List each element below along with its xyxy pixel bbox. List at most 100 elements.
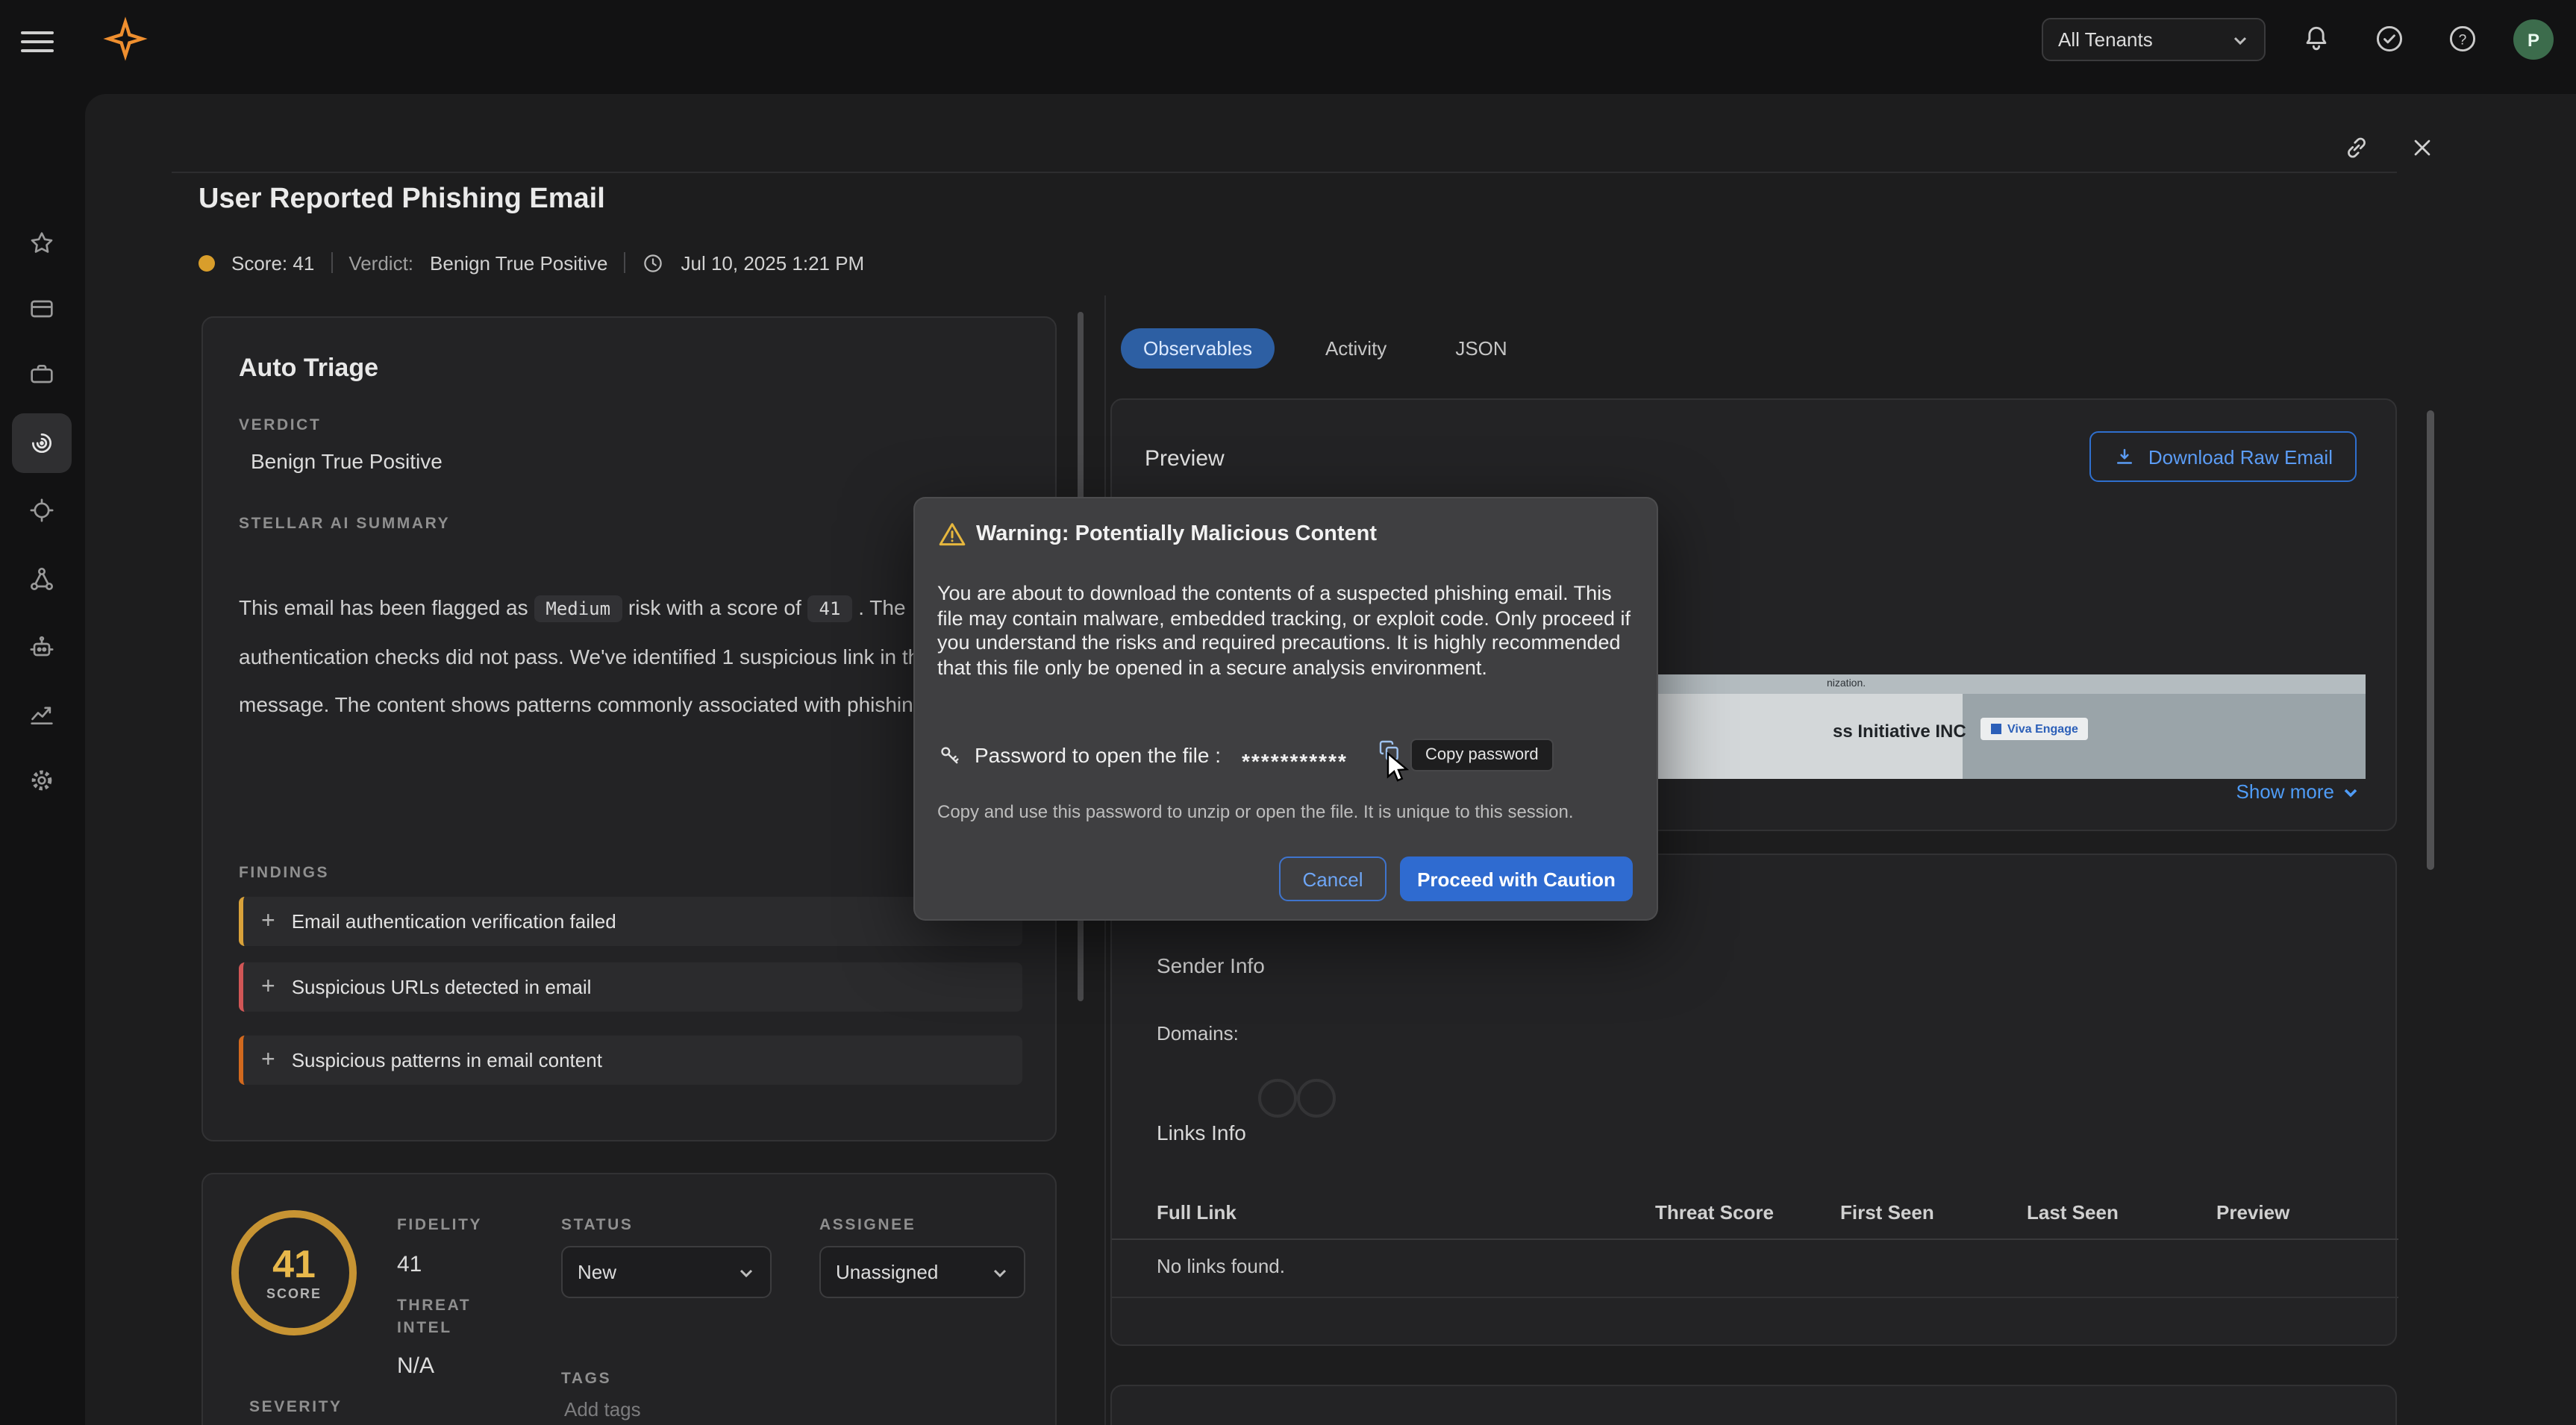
gear-icon bbox=[27, 765, 57, 795]
sidebar-item-threat-hunting[interactable] bbox=[12, 480, 72, 540]
links-empty-state: No links found. bbox=[1157, 1255, 1285, 1277]
download-icon bbox=[2114, 445, 2136, 468]
threat-intel-label-1: THREAT bbox=[397, 1297, 471, 1315]
header-divider bbox=[172, 172, 2397, 173]
col-full-link: Full Link bbox=[1157, 1201, 1237, 1224]
viva-engage-badge: Viva Engage bbox=[1981, 718, 2089, 740]
avatar-initial: P bbox=[2527, 29, 2539, 50]
case-meta-row: Score: 41 Verdict: Benign True Positive … bbox=[198, 249, 864, 276]
ai-summary-heading: STELLAR AI SUMMARY bbox=[239, 515, 1019, 533]
robot-icon bbox=[27, 633, 57, 663]
status-select[interactable]: New bbox=[561, 1246, 772, 1298]
crosshair-icon bbox=[27, 495, 57, 525]
score-word: SCORE bbox=[266, 1286, 322, 1301]
email-banner-org-text: ss Initiative INC bbox=[1833, 721, 1966, 742]
domain-placeholder-circle bbox=[1297, 1079, 1336, 1118]
chevron-down-icon bbox=[737, 1263, 755, 1281]
verdict-label: Verdict: bbox=[348, 251, 413, 274]
ai-summary-text: This email has been flagged as Medium ri… bbox=[239, 583, 1022, 728]
task-check-icon[interactable] bbox=[2373, 22, 2406, 55]
briefcase-icon bbox=[27, 360, 57, 389]
sidebar-nav bbox=[0, 79, 85, 1425]
summary-text-2: risk with a score of bbox=[628, 595, 801, 619]
fidelity-label: FIDELITY bbox=[397, 1216, 482, 1234]
sender-info-heading: Sender Info bbox=[1157, 953, 1265, 977]
triage-verdict-value: Benign True Positive bbox=[251, 449, 1019, 473]
finding-row[interactable]: + Suspicious patterns in email content bbox=[239, 1036, 1022, 1085]
key-icon bbox=[937, 742, 963, 768]
password-label: Password to open the file : bbox=[975, 743, 1221, 767]
top-bar: All Tenants ? P bbox=[0, 0, 2576, 79]
next-section-card bbox=[1110, 1385, 2397, 1425]
tab-activity[interactable]: Activity bbox=[1307, 328, 1404, 369]
chevron-down-icon bbox=[2231, 31, 2249, 48]
download-raw-email-button[interactable]: Download Raw Email bbox=[2090, 431, 2357, 482]
finding-label: Suspicious patterns in email content bbox=[292, 1049, 602, 1071]
chevron-down-icon bbox=[2342, 783, 2360, 801]
logo-star-icon bbox=[99, 12, 152, 66]
sidebar-item-automation[interactable] bbox=[12, 618, 72, 677]
score-chip: 41 bbox=[807, 595, 853, 622]
expand-plus-icon[interactable]: + bbox=[261, 974, 275, 1000]
sidebar-item-correlations[interactable] bbox=[12, 549, 72, 609]
case-score: Score: 41 bbox=[231, 251, 314, 274]
show-more-label: Show more bbox=[2236, 780, 2335, 803]
score-dot bbox=[198, 254, 215, 271]
copy-password-tooltip: Copy password bbox=[1410, 739, 1554, 771]
sidebar-item-favorites[interactable] bbox=[12, 213, 72, 273]
sidebar-item-settings[interactable] bbox=[12, 751, 72, 810]
threat-intel-label-2: INTEL bbox=[397, 1319, 452, 1337]
case-detail-panel: User Reported Phishing Email Score: 41 V… bbox=[85, 94, 2576, 1425]
sidebar-item-cases[interactable] bbox=[12, 345, 72, 404]
cancel-button[interactable]: Cancel bbox=[1279, 856, 1387, 901]
banner-strip-text: nization. bbox=[1827, 679, 1866, 689]
help-icon[interactable]: ? bbox=[2446, 22, 2479, 55]
severity-label: SEVERITY bbox=[249, 1398, 343, 1416]
proceed-with-caution-button[interactable]: Proceed with Caution bbox=[1400, 856, 1633, 901]
modal-body-text: You are about to download the contents o… bbox=[937, 582, 1639, 680]
modal-title: Warning: Potentially Malicious Content bbox=[976, 522, 1377, 546]
preview-show-more-link[interactable]: Show more bbox=[2236, 780, 2360, 803]
right-pane-scrollbar[interactable] bbox=[2427, 410, 2434, 870]
notifications-bell-icon[interactable] bbox=[2300, 22, 2333, 55]
finding-row[interactable]: + Suspicious URLs detected in email bbox=[239, 962, 1022, 1012]
finding-row[interactable]: + Email authentication verification fail… bbox=[239, 897, 1022, 946]
col-threat-score: Threat Score bbox=[1655, 1201, 1774, 1224]
mouse-cursor bbox=[1385, 752, 1412, 782]
verdict-value: Benign True Positive bbox=[430, 251, 607, 274]
links-table-header: Full Link Threat Score First Seen Last S… bbox=[1112, 1186, 2398, 1240]
tenant-selector[interactable]: All Tenants bbox=[2042, 18, 2266, 61]
auto-triage-title: Auto Triage bbox=[239, 354, 1019, 383]
user-avatar[interactable]: P bbox=[2513, 19, 2554, 60]
close-icon[interactable] bbox=[2409, 134, 2436, 161]
star-icon bbox=[27, 228, 57, 258]
malicious-content-warning-modal: Warning: Potentially Malicious Content Y… bbox=[913, 497, 1658, 921]
tab-json[interactable]: JSON bbox=[1437, 328, 1525, 369]
sidebar-item-triage[interactable] bbox=[12, 413, 72, 473]
tags-input[interactable] bbox=[561, 1392, 1024, 1425]
findings-heading: FINDINGS bbox=[239, 864, 329, 882]
score-card: 41 SCORE SEVERITY FIDELITY 41 THREAT INT… bbox=[201, 1173, 1057, 1425]
password-row: Password to open the file : bbox=[937, 737, 1221, 773]
summary-text-1: This email has been flagged as bbox=[239, 595, 528, 619]
clock-icon bbox=[643, 251, 665, 274]
tags-label: TAGS bbox=[561, 1370, 611, 1388]
col-last-seen: Last Seen bbox=[2027, 1201, 2119, 1224]
copy-link-icon[interactable] bbox=[2343, 134, 2370, 161]
tenant-selector-value: All Tenants bbox=[2058, 28, 2153, 51]
score-badge: 41 SCORE bbox=[231, 1210, 357, 1335]
assignee-select[interactable]: Unassigned bbox=[819, 1246, 1025, 1298]
card-icon bbox=[27, 294, 57, 324]
preview-heading: Preview bbox=[1145, 446, 1225, 472]
app-root: All Tenants ? P bbox=[0, 0, 2576, 1425]
expand-plus-icon[interactable]: + bbox=[261, 1047, 275, 1074]
meta-separator bbox=[625, 252, 626, 273]
hamburger-menu-icon[interactable] bbox=[21, 25, 54, 52]
sidebar-item-reports[interactable] bbox=[12, 685, 72, 745]
brand-logo[interactable] bbox=[99, 12, 152, 66]
domains-label: Domains: bbox=[1157, 1022, 1239, 1045]
sidebar-item-visualize[interactable] bbox=[12, 279, 72, 339]
panel-actions bbox=[2343, 134, 2436, 161]
tab-observables[interactable]: Observables bbox=[1121, 328, 1275, 369]
expand-plus-icon[interactable]: + bbox=[261, 908, 275, 935]
